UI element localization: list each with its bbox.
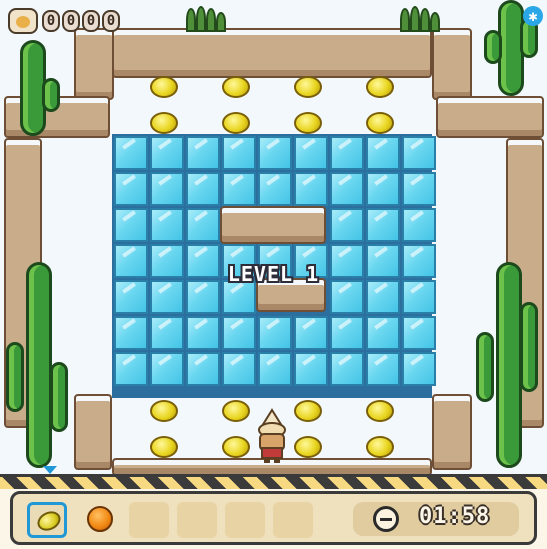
player-icon <box>258 408 286 463</box>
lemon-icon <box>366 76 394 98</box>
lemon-icon <box>294 436 322 458</box>
ice-block <box>294 352 328 386</box>
game-screen: LEVEL 1 0 0 0 0 ✱ 01:58 <box>0 0 547 549</box>
cactus-icon <box>4 262 70 472</box>
orange-icon <box>87 506 113 532</box>
lemon-icon <box>150 400 178 422</box>
ice-block <box>294 172 328 206</box>
ice-block <box>402 136 436 170</box>
rock-wall-bottom-right <box>432 394 472 470</box>
ice-block <box>258 136 292 170</box>
ice-block <box>114 208 148 242</box>
ice-block <box>330 208 364 242</box>
ice-block <box>186 316 220 350</box>
inventory-slot-empty[interactable] <box>225 502 265 538</box>
ice-block <box>330 172 364 206</box>
ice-block <box>258 316 292 350</box>
cactus-icon <box>4 40 64 140</box>
lemon-icon <box>222 400 250 422</box>
rock-wall-top-right <box>432 28 472 100</box>
ice-block <box>222 172 256 206</box>
ice-block <box>114 172 148 206</box>
lemon-icon <box>366 112 394 134</box>
hazard-stripe <box>0 477 547 489</box>
cat-face-icon <box>8 8 38 34</box>
ice-block <box>114 136 148 170</box>
ice-block <box>330 352 364 386</box>
ice-block <box>150 136 184 170</box>
inventory-slot-empty[interactable] <box>273 502 313 538</box>
ice-block <box>150 352 184 386</box>
ice-block <box>114 352 148 386</box>
ice-block <box>186 136 220 170</box>
ice-block <box>294 136 328 170</box>
ice-block <box>114 316 148 350</box>
ice-block <box>402 352 436 386</box>
ice-block <box>222 136 256 170</box>
lemon-icon <box>222 436 250 458</box>
ice-block <box>222 316 256 350</box>
score-digit: 0 <box>62 10 80 32</box>
inventory-slot-orange[interactable] <box>81 502 121 538</box>
lemon-icon <box>150 112 178 134</box>
score-digit: 0 <box>42 10 60 32</box>
lemon-icon <box>34 507 64 535</box>
ice-block <box>366 136 400 170</box>
ice-block <box>366 208 400 242</box>
ice-block <box>402 172 436 206</box>
lemon-icon <box>222 76 250 98</box>
ice-block <box>366 316 400 350</box>
ice-block <box>366 172 400 206</box>
ice-block <box>402 316 436 350</box>
lemon-icon <box>294 112 322 134</box>
ice-block <box>402 208 436 242</box>
inventory-slot-empty[interactable] <box>129 502 169 538</box>
timer-text: 01:58 <box>419 504 491 529</box>
ice-block <box>366 352 400 386</box>
inventory-slot-lemon[interactable] <box>27 502 67 538</box>
center-rock-top <box>220 206 326 244</box>
snowflake-icon[interactable]: ✱ <box>523 6 543 26</box>
ice-block <box>150 316 184 350</box>
rock-wall-top-left <box>74 28 114 100</box>
score-display: 0 0 0 0 <box>8 8 120 34</box>
inventory-slot-empty[interactable] <box>177 502 217 538</box>
lemon-icon <box>294 76 322 98</box>
ice-block <box>186 172 220 206</box>
rock-ledge-right <box>436 96 544 138</box>
lemon-icon <box>150 436 178 458</box>
score-digit: 0 <box>102 10 120 32</box>
bush-icon <box>186 6 226 32</box>
level-label: LEVEL 1 <box>227 262 320 286</box>
lemon-icon <box>222 112 250 134</box>
rock-wall-top <box>112 28 432 78</box>
ice-block <box>294 316 328 350</box>
inventory-bar: 01:58 <box>0 474 547 549</box>
ice-block <box>258 172 292 206</box>
timer-display: 01:58 <box>353 502 519 536</box>
score-digit: 0 <box>82 10 100 32</box>
bush-icon <box>400 6 440 32</box>
timer-icon <box>373 506 399 532</box>
ice-block <box>150 172 184 206</box>
cactus-icon <box>476 262 544 472</box>
ice-block <box>150 208 184 242</box>
ice-block <box>186 352 220 386</box>
ice-block <box>222 352 256 386</box>
lemon-icon <box>150 76 178 98</box>
lemon-icon <box>366 400 394 422</box>
lemon-icon <box>366 436 394 458</box>
ice-block <box>258 352 292 386</box>
lemon-icon <box>294 400 322 422</box>
selection-arrow-icon <box>43 466 57 474</box>
ice-block <box>330 316 364 350</box>
rock-wall-bottom-left <box>74 394 112 470</box>
ice-block <box>330 136 364 170</box>
ice-block <box>186 208 220 242</box>
